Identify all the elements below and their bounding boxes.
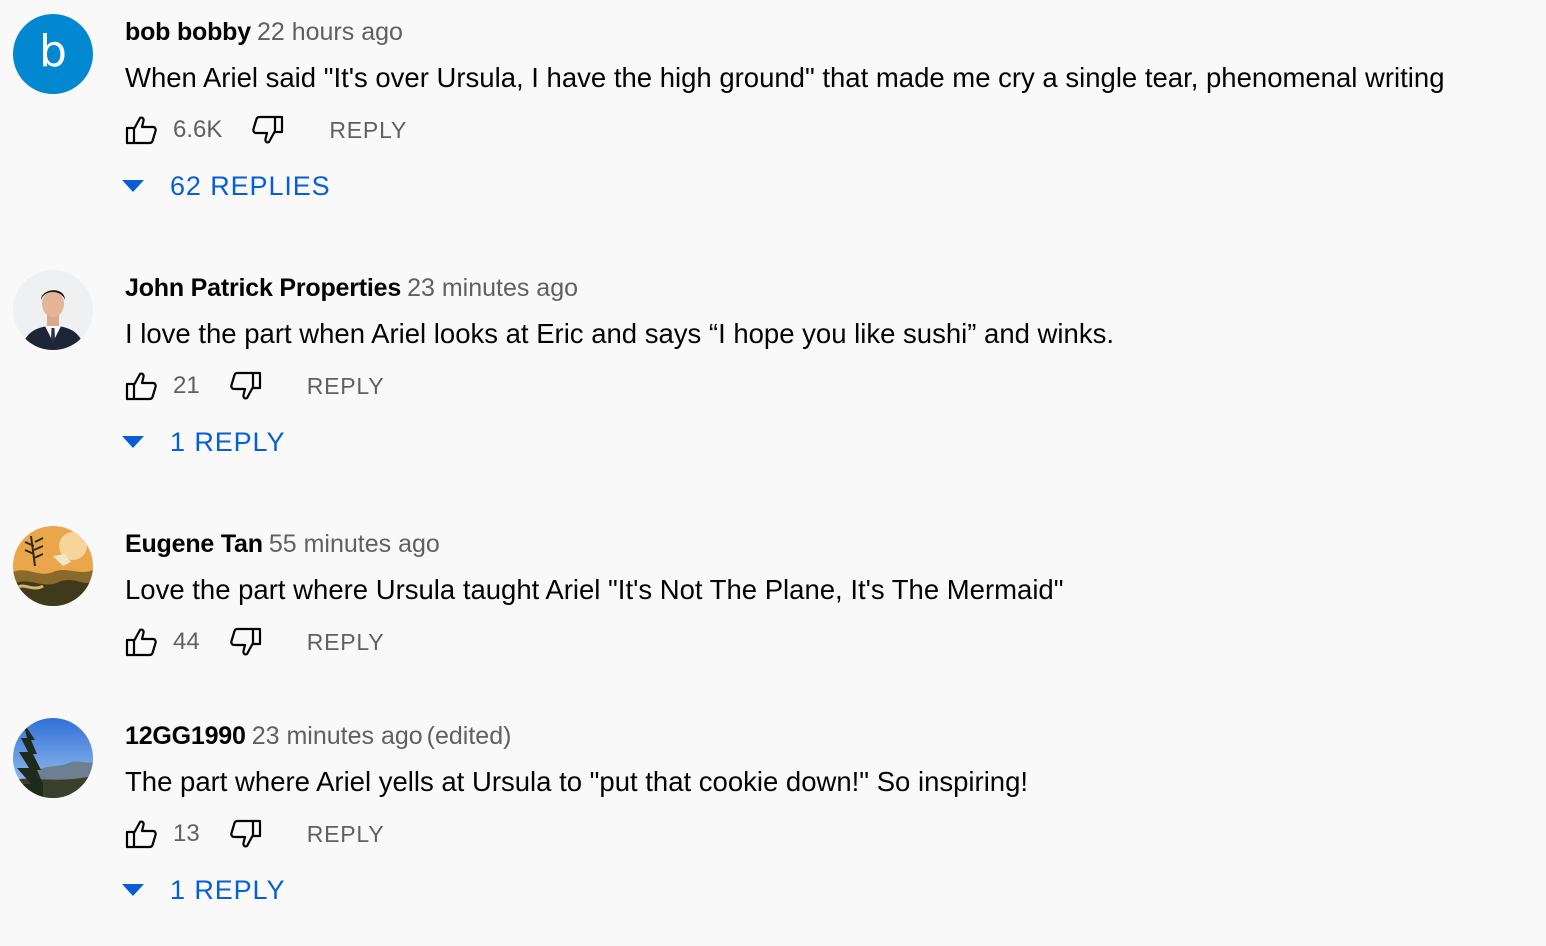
author-name[interactable]: John Patrick Properties	[125, 274, 401, 302]
avatar[interactable]	[13, 718, 93, 798]
thumbs-up-icon[interactable]	[125, 818, 157, 850]
caret-down-icon	[122, 436, 144, 448]
avatar[interactable]: b	[13, 14, 93, 94]
thumbs-up-icon[interactable]	[125, 626, 157, 658]
comment-header: John Patrick Properties 23 minutes ago	[125, 273, 578, 303]
author-name[interactable]: 12GG1990	[125, 722, 246, 750]
thumbs-up-icon[interactable]	[125, 370, 157, 402]
comment-actions: 44 REPLY	[125, 622, 384, 662]
comment-timestamp[interactable]: 23 minutes ago	[252, 722, 423, 750]
comment-text: Love the part where Ursula taught Ariel …	[125, 574, 1064, 605]
like-count: 44	[173, 628, 200, 655]
comment-actions: 6.6K REPLY	[125, 110, 407, 150]
comment-text: The part where Ariel yells at Ursula to …	[125, 766, 1029, 797]
comment-actions: 21 REPLY	[125, 366, 384, 406]
avatar-letter: b	[13, 14, 93, 94]
comment-actions: 13 REPLY	[125, 814, 384, 854]
author-name[interactable]: Eugene Tan	[125, 530, 263, 558]
like-count: 21	[173, 372, 200, 399]
like-count: 13	[173, 820, 200, 847]
avatar[interactable]	[13, 526, 93, 606]
like-count: 6.6K	[173, 116, 223, 143]
reply-button[interactable]: REPLY	[307, 821, 385, 848]
replies-count-label: 1 REPLY	[170, 426, 286, 457]
comment-timestamp[interactable]: 55 minutes ago	[269, 530, 440, 558]
avatar[interactable]	[13, 270, 93, 350]
thumbs-down-icon[interactable]	[229, 626, 262, 658]
thumbs-down-icon[interactable]	[229, 370, 262, 402]
view-replies-button[interactable]: 62 REPLIES	[122, 166, 331, 206]
replies-count-label: 62 REPLIES	[170, 170, 331, 201]
thumbs-up-icon[interactable]	[125, 114, 157, 146]
comment-text: When Ariel said "It's over Ursula, I hav…	[125, 62, 1445, 93]
thumbs-down-icon[interactable]	[229, 818, 262, 850]
comment-text: I love the part when Ariel looks at Eric…	[125, 318, 1114, 349]
thumbs-down-icon[interactable]	[252, 114, 284, 146]
replies-count-label: 1 REPLY	[170, 874, 286, 905]
reply-button[interactable]: REPLY	[307, 629, 385, 656]
caret-down-icon	[122, 180, 144, 192]
avatar-photo	[13, 270, 93, 350]
view-replies-button[interactable]: 1 REPLY	[122, 870, 285, 910]
reply-button[interactable]: REPLY	[307, 373, 385, 400]
avatar-photo	[13, 718, 93, 798]
comment-header: Eugene Tan 55 minutes ago	[125, 529, 440, 559]
comment-timestamp[interactable]: 23 minutes ago	[407, 274, 578, 302]
edited-label: (edited)	[426, 722, 512, 750]
author-name[interactable]: bob bobby	[125, 18, 251, 46]
comment-timestamp[interactable]: 22 hours ago	[257, 18, 403, 46]
comment-header: bob bobby 22 hours ago	[125, 17, 403, 47]
reply-button[interactable]: REPLY	[329, 117, 407, 144]
comment-header: 12GG1990 23 minutes ago (edited)	[125, 721, 511, 751]
view-replies-button[interactable]: 1 REPLY	[122, 422, 285, 462]
caret-down-icon	[122, 884, 144, 896]
avatar-photo	[13, 526, 93, 606]
